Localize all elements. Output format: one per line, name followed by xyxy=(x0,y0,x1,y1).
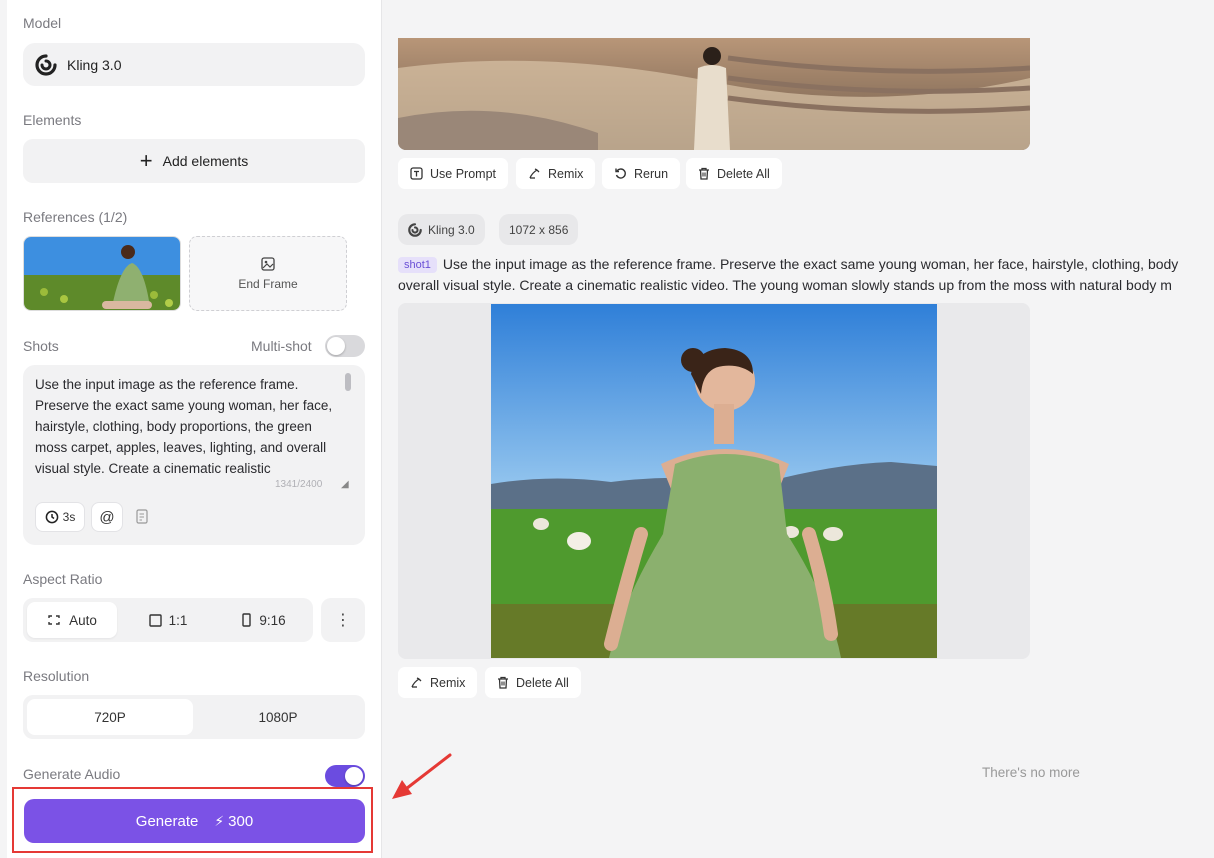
prompt-textarea[interactable]: Use the input image as the reference fra… xyxy=(35,374,335,480)
end-of-feed-text: There's no more xyxy=(982,765,1080,780)
generated-video[interactable] xyxy=(491,304,937,658)
square-icon xyxy=(148,613,162,627)
aspect-option-1-1[interactable]: 1:1 xyxy=(123,602,213,638)
clock-icon xyxy=(45,510,59,524)
kling-logo-icon xyxy=(408,222,422,237)
toggle-knob xyxy=(345,767,363,785)
size-tag: 1072 x 856 xyxy=(499,214,579,245)
prompt-template-icon[interactable] xyxy=(136,509,150,530)
generate-audio-toggle[interactable] xyxy=(325,765,365,787)
resolution-option-1080p[interactable]: 1080P xyxy=(195,699,361,735)
model-selector[interactable]: Kling 3.0 xyxy=(23,43,365,86)
kling-logo-icon xyxy=(35,53,57,76)
toggle-knob xyxy=(327,337,345,355)
remix-icon xyxy=(411,677,422,688)
trash-icon xyxy=(498,676,508,689)
remix-label: Remix xyxy=(548,166,584,181)
prompt-text-1: Use the input image as the reference fra… xyxy=(442,256,1179,272)
size-tag-label: 1072 x 856 xyxy=(509,222,569,237)
delete-all-label: Delete All xyxy=(516,675,569,690)
woman-in-field-image xyxy=(491,304,937,658)
model-name: Kling 3.0 xyxy=(67,56,122,73)
add-elements-label: Add elements xyxy=(162,153,249,169)
resolution-label: Resolution xyxy=(23,668,90,684)
generate-audio-label: Generate Audio xyxy=(23,766,121,782)
aspect-ratio-label: Aspect Ratio xyxy=(23,571,103,587)
resolution-option-720p[interactable]: 720P xyxy=(27,699,193,735)
shots-label: Shots xyxy=(23,338,59,354)
add-elements-button[interactable]: + Add elements xyxy=(23,139,365,183)
aspect-auto-label: Auto xyxy=(69,612,97,628)
mention-chip[interactable]: @ xyxy=(91,502,123,532)
remix-button-2[interactable]: Remix xyxy=(398,667,478,698)
delete-all-button-2[interactable]: Delete All xyxy=(485,667,581,698)
prompt-line-2: overall visual style. Create a cinematic… xyxy=(398,277,1172,293)
remix-label: Remix xyxy=(430,675,466,690)
end-frame-slot[interactable]: End Frame xyxy=(189,236,347,311)
reference-thumbnail[interactable] xyxy=(23,236,181,311)
char-count: 1341/2400 xyxy=(275,479,323,490)
generate-cost: 300 xyxy=(228,812,254,830)
generate-highlight-box: Generate ⚡︎ 300 xyxy=(12,787,373,853)
delete-all-label: Delete All xyxy=(717,166,770,181)
multishot-label: Multi-shot xyxy=(251,338,312,354)
text-box-icon xyxy=(410,167,423,180)
more-vertical-icon: ⋮ xyxy=(335,612,351,629)
auto-ratio-icon xyxy=(48,615,60,625)
model-tag-label: Kling 3.0 xyxy=(428,222,475,237)
resize-handle-icon[interactable]: ◢ xyxy=(341,479,349,490)
end-frame-label: End Frame xyxy=(238,276,298,291)
delete-all-button[interactable]: Delete All xyxy=(686,158,782,189)
settings-sidebar: Model Kling 3.0 Elements + Add elements … xyxy=(7,0,382,858)
portrait-icon xyxy=(242,613,252,627)
resolution-group: 720P 1080P xyxy=(23,695,365,739)
model-tag: Kling 3.0 xyxy=(398,214,485,245)
remix-icon xyxy=(529,168,540,179)
shot-badge: shot1 xyxy=(398,257,437,273)
results-feed: Use Prompt Remix Rerun Delete All Kling … xyxy=(382,0,1214,858)
elements-label: Elements xyxy=(23,112,82,128)
shots-prompt-box: Use the input image as the reference fra… xyxy=(23,365,365,545)
prompt-line-1: shot1 Use the input image as the referenc… xyxy=(398,256,1214,273)
previous-video-thumbnail[interactable] xyxy=(398,38,1030,150)
rerun-label: Rerun xyxy=(634,166,669,181)
remix-button[interactable]: Remix xyxy=(516,158,596,189)
aspect-ratio-group: Auto 1:1 9:16 xyxy=(23,598,313,642)
prompt-scrollbar[interactable] xyxy=(345,373,351,391)
more-aspect-options-button[interactable]: ⋮ xyxy=(321,598,365,642)
use-prompt-label: Use Prompt xyxy=(430,166,496,181)
rerun-icon xyxy=(615,168,626,179)
generate-button[interactable]: Generate ⚡︎ 300 xyxy=(24,799,365,843)
lightning-icon: ⚡︎ xyxy=(214,812,225,829)
at-icon: @ xyxy=(99,508,115,526)
duration-value: 3s xyxy=(62,510,76,524)
video-result-panel xyxy=(398,303,1030,659)
annotation-arrow-icon xyxy=(392,753,452,799)
model-label: Model xyxy=(23,15,62,31)
generate-label: Generate xyxy=(135,812,199,830)
duration-chip[interactable]: 3s xyxy=(35,502,85,532)
references-label: References (1/2) xyxy=(23,209,128,225)
desert-scene-image xyxy=(398,38,1030,150)
aspect-option-auto[interactable]: Auto xyxy=(27,602,117,638)
image-icon xyxy=(261,256,275,271)
use-prompt-button[interactable]: Use Prompt xyxy=(398,158,508,189)
reference-image xyxy=(24,237,180,310)
multishot-toggle[interactable] xyxy=(325,335,365,357)
plus-icon: + xyxy=(139,148,153,173)
aspect-1-1-label: 1:1 xyxy=(168,612,188,628)
rerun-button[interactable]: Rerun xyxy=(602,158,681,189)
aspect-9-16-label: 9:16 xyxy=(259,612,286,628)
trash-icon xyxy=(699,167,709,180)
aspect-option-9-16[interactable]: 9:16 xyxy=(219,602,309,638)
